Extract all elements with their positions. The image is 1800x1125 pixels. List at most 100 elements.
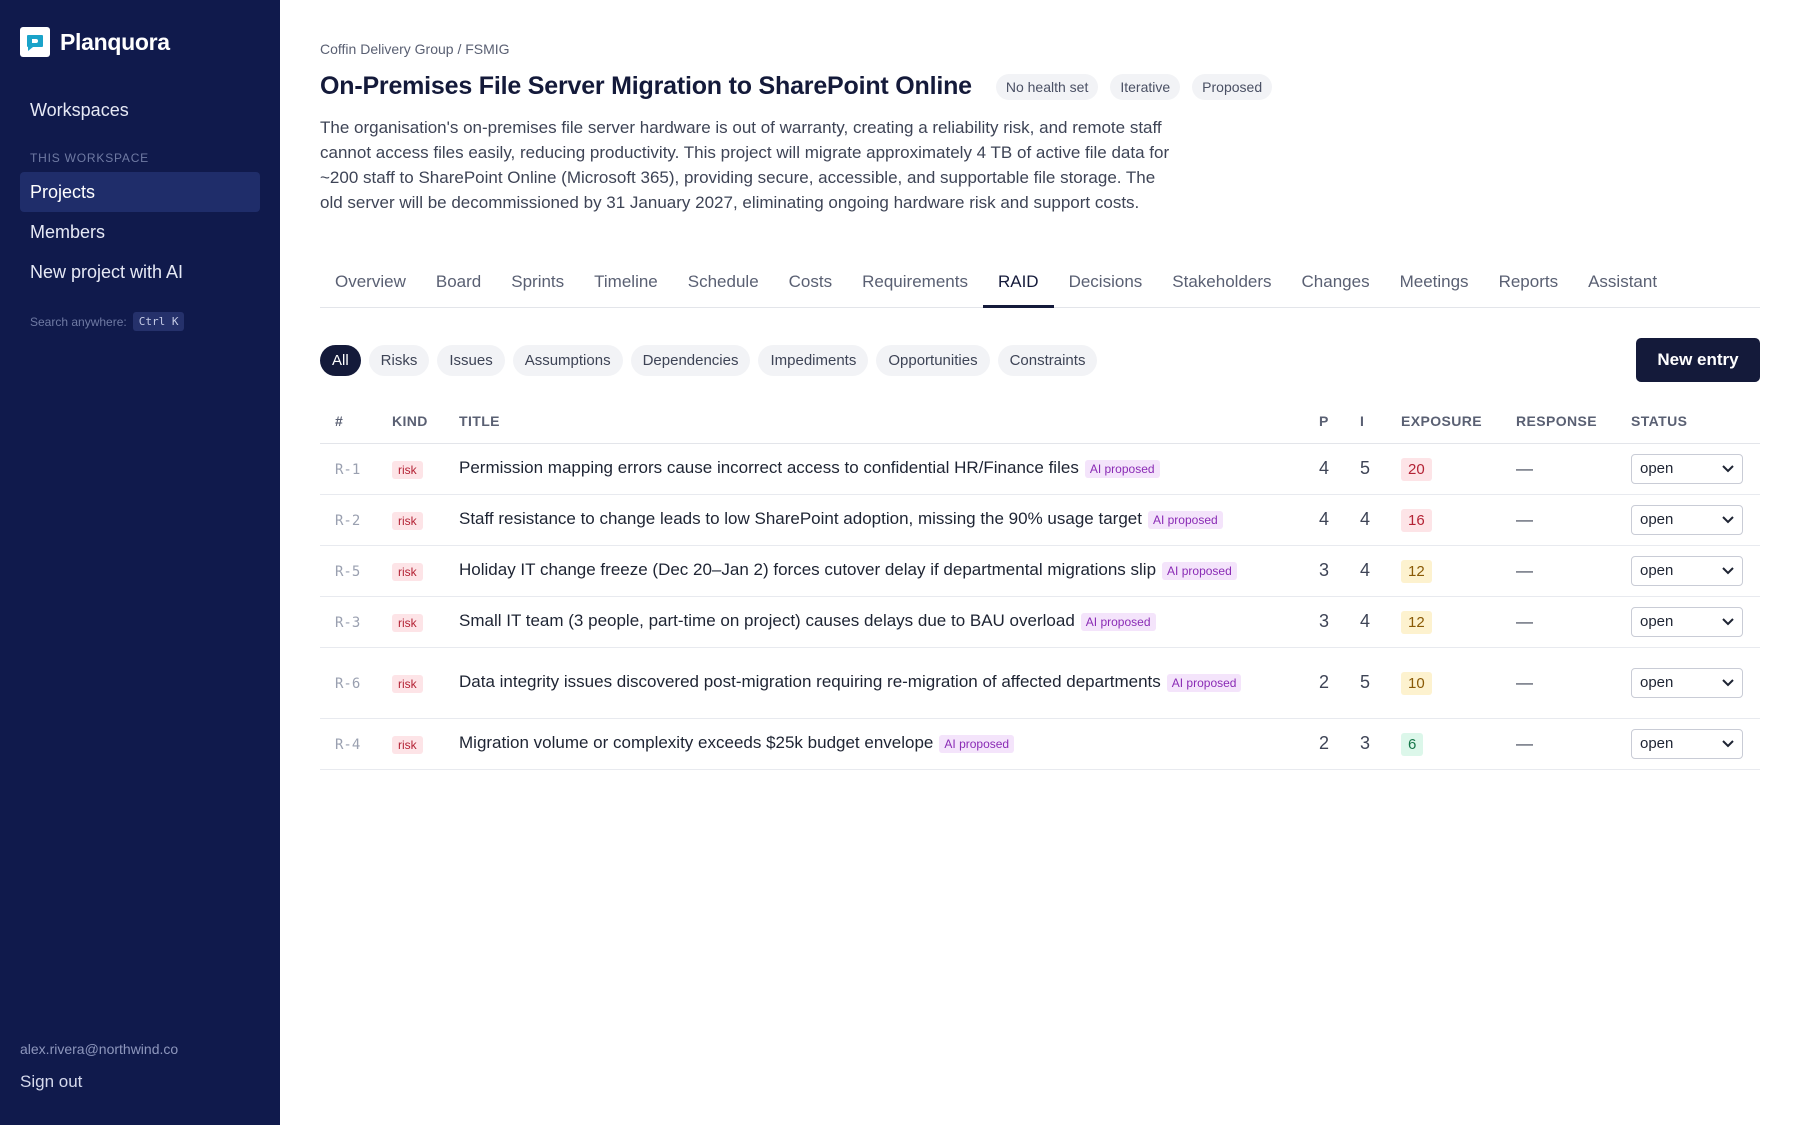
table-row[interactable]: R-2 risk Staff resistance to change lead… (320, 494, 1760, 546)
brand[interactable]: Planquora (20, 27, 170, 57)
search-hint-label: Search anywhere: (30, 314, 127, 329)
chevron-down-icon (1722, 678, 1734, 686)
exposure-badge: 16 (1401, 508, 1432, 532)
filter-assumptions[interactable]: Assumptions (512, 345, 623, 376)
row-title[interactable]: Holiday IT change freeze (Dec 20–Jan 2) … (459, 560, 1156, 579)
tab-meetings[interactable]: Meetings (1385, 264, 1484, 307)
sidebar-section-label: THIS WORKSPACE (30, 151, 149, 165)
exposure-badge: 6 (1401, 732, 1424, 756)
filter-all[interactable]: All (320, 345, 361, 376)
breadcrumb[interactable]: Coffin Delivery Group / FSMIG (320, 41, 510, 57)
kind-badge: risk (392, 735, 423, 754)
status-select[interactable]: open (1631, 667, 1743, 698)
ai-proposed-badge: AI proposed (939, 735, 1015, 753)
status-value: open (1640, 562, 1674, 579)
tab-overview[interactable]: Overview (320, 264, 421, 307)
row-title[interactable]: Migration volume or complexity exceeds $… (459, 733, 933, 752)
sidebar-item-projects[interactable]: Projects (20, 172, 260, 212)
row-ref: R-2 (335, 512, 361, 529)
kind-badge: risk (392, 511, 423, 530)
sidebar: Planquora Workspaces THIS WORKSPACE Proj… (0, 0, 280, 1125)
status-select[interactable]: open (1631, 453, 1743, 484)
table-row[interactable]: R-1 risk Permission mapping errors cause… (320, 443, 1760, 495)
status-value: open (1640, 460, 1674, 477)
ai-proposed-badge: AI proposed (1084, 460, 1160, 478)
impact-value: 5 (1360, 458, 1371, 478)
sidebar-item-workspaces[interactable]: Workspaces (20, 90, 260, 130)
column-header-status: STATUS (1616, 400, 1760, 444)
row-title[interactable]: Data integrity issues discovered post-mi… (459, 672, 1161, 691)
sidebar-item-members[interactable]: Members (20, 212, 260, 252)
kind-badge: risk (392, 562, 423, 581)
table-header-row: # KIND TITLE P I EXPOSURE RESPONSE STATU… (320, 400, 1760, 444)
column-header-response: RESPONSE (1501, 400, 1616, 444)
filter-constraints[interactable]: Constraints (997, 345, 1098, 376)
probability-value: 3 (1319, 611, 1330, 631)
table-row[interactable]: R-4 risk Migration volume or complexity … (320, 718, 1760, 770)
status-select[interactable]: open (1631, 728, 1743, 759)
brand-name: Planquora (60, 28, 170, 55)
project-description: The organisation's on-premises file serv… (320, 118, 1170, 212)
ai-proposed-badge: AI proposed (1162, 562, 1237, 580)
filter-issues[interactable]: Issues (437, 345, 505, 376)
probability-value: 4 (1319, 509, 1330, 529)
chevron-down-icon (1722, 566, 1734, 574)
tab-board[interactable]: Board (421, 264, 496, 307)
tab-decisions[interactable]: Decisions (1054, 264, 1158, 307)
exposure-badge: 20 (1401, 457, 1432, 481)
filter-impediments[interactable]: Impediments (758, 345, 869, 376)
sidebar-item-new-project-ai[interactable]: New project with AI (20, 252, 260, 292)
exposure-badge: 12 (1401, 559, 1432, 583)
status-select[interactable]: open (1631, 504, 1743, 535)
ai-proposed-badge: AI proposed (1147, 511, 1223, 529)
row-ref: R-3 (335, 614, 361, 631)
sign-out-link[interactable]: Sign out (20, 1072, 82, 1092)
project-tabs: Overview Board Sprints Timeline Schedule… (320, 264, 1760, 308)
status-value: open (1640, 511, 1674, 528)
row-ref: R-6 (335, 675, 361, 692)
tab-schedule[interactable]: Schedule (673, 264, 774, 307)
response-value: — (1516, 560, 1533, 580)
title-row: On-Premises File Server Migration to Sha… (320, 72, 1273, 101)
kind-badge: risk (392, 613, 423, 632)
tab-raid[interactable]: RAID (982, 264, 1054, 308)
status-value: open (1640, 613, 1674, 630)
main-content: Coffin Delivery Group / FSMIG On-Premise… (320, 0, 1760, 1125)
row-ref: R-4 (335, 736, 361, 753)
column-header-title: TITLE (444, 400, 1304, 444)
table-row[interactable]: R-6 risk Data integrity issues discovere… (320, 647, 1760, 719)
row-title[interactable]: Permission mapping errors cause incorrec… (459, 458, 1079, 477)
status-select[interactable]: open (1631, 606, 1743, 637)
filter-risks[interactable]: Risks (368, 345, 430, 376)
row-title[interactable]: Small IT team (3 people, part-time on pr… (459, 611, 1075, 630)
status-value: open (1640, 674, 1674, 691)
table-row[interactable]: R-3 risk Small IT team (3 people, part-t… (320, 596, 1760, 648)
filter-dependencies[interactable]: Dependencies (630, 345, 751, 376)
chevron-down-icon (1722, 617, 1734, 625)
probability-value: 4 (1319, 458, 1330, 478)
response-value: — (1516, 672, 1533, 692)
filter-opportunities[interactable]: Opportunities (876, 345, 990, 376)
row-title[interactable]: Staff resistance to change leads to low … (459, 509, 1142, 528)
tab-stakeholders[interactable]: Stakeholders (1157, 264, 1286, 307)
search-hint[interactable]: Search anywhere: Ctrl K (30, 312, 185, 331)
chevron-down-icon (1722, 515, 1734, 523)
response-value: — (1516, 733, 1533, 753)
column-header-exposure: EXPOSURE (1386, 400, 1501, 444)
tab-costs[interactable]: Costs (774, 264, 847, 307)
impact-value: 4 (1360, 560, 1371, 580)
exposure-badge: 10 (1401, 671, 1432, 695)
tab-reports[interactable]: Reports (1484, 264, 1574, 307)
status-select[interactable]: open (1631, 555, 1743, 586)
tab-requirements[interactable]: Requirements (847, 264, 983, 307)
status-value: open (1640, 735, 1674, 752)
tab-changes[interactable]: Changes (1287, 264, 1385, 307)
tab-assistant[interactable]: Assistant (1573, 264, 1672, 307)
raid-table: # KIND TITLE P I EXPOSURE RESPONSE STATU… (320, 400, 1760, 770)
tab-sprints[interactable]: Sprints (496, 264, 579, 307)
table-row[interactable]: R-5 risk Holiday IT change freeze (Dec 2… (320, 545, 1760, 597)
page-title: On-Premises File Server Migration to Sha… (320, 72, 972, 100)
new-entry-button[interactable]: New entry (1636, 338, 1760, 382)
column-header-impact: I (1345, 400, 1386, 444)
tab-timeline[interactable]: Timeline (579, 264, 673, 307)
